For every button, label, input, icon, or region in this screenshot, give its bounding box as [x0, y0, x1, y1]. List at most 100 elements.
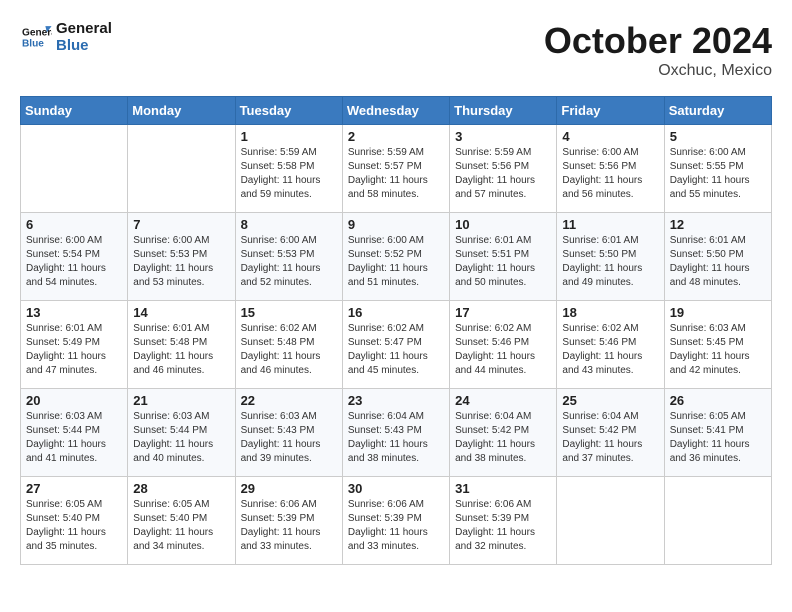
weekday-header: Tuesday	[235, 97, 342, 125]
cell-info: Sunrise: 6:01 AM Sunset: 5:51 PM Dayligh…	[455, 234, 551, 290]
calendar-cell: 2 Sunrise: 5:59 AM Sunset: 5:57 PM Daylig…	[342, 125, 449, 213]
calendar-cell: 13 Sunrise: 6:01 AM Sunset: 5:49 PM Dayli…	[21, 301, 128, 389]
day-number: 21	[133, 393, 229, 408]
day-number: 1	[241, 129, 337, 144]
cell-info: Sunrise: 6:06 AM Sunset: 5:39 PM Dayligh…	[348, 498, 444, 554]
calendar-week-row: 27 Sunrise: 6:05 AM Sunset: 5:40 PM Dayli…	[21, 477, 772, 565]
calendar-cell	[21, 125, 128, 213]
weekday-header: Sunday	[21, 97, 128, 125]
title-block: October 2024 Oxchuc, Mexico	[544, 20, 772, 80]
calendar-cell: 27Sunrise: 6:05 AM Sunset: 5:40 PM Dayli…	[21, 477, 128, 565]
day-number: 11	[562, 217, 658, 232]
calendar-cell: 20Sunrise: 6:03 AM Sunset: 5:44 PM Dayli…	[21, 389, 128, 477]
cell-info: Sunrise: 5:59 AM Sunset: 5:58 PM Dayligh…	[241, 146, 337, 202]
day-number: 27	[26, 481, 122, 496]
weekday-header: Friday	[557, 97, 664, 125]
month-title: October 2024	[544, 20, 772, 62]
day-number: 10	[455, 217, 551, 232]
calendar-cell: 29 Sunrise: 6:06 AM Sunset: 5:39 PM Dayli…	[235, 477, 342, 565]
calendar-cell: 7 Sunrise: 6:00 AM Sunset: 5:53 PM Daylig…	[128, 213, 235, 301]
cell-info: Sunrise: 6:04 AM Sunset: 5:43 PM Dayligh…	[348, 410, 444, 466]
cell-info: Sunrise: 6:00 AM Sunset: 5:52 PM Dayligh…	[348, 234, 444, 290]
calendar-cell: 12Sunrise: 6:01 AM Sunset: 5:50 PM Dayli…	[664, 213, 771, 301]
cell-info: Sunrise: 6:01 AM Sunset: 5:48 PM Dayligh…	[133, 322, 229, 378]
calendar-cell: 9 Sunrise: 6:00 AM Sunset: 5:52 PM Daylig…	[342, 213, 449, 301]
day-number: 7	[133, 217, 229, 232]
weekday-header: Saturday	[664, 97, 771, 125]
page-header: General Blue General Blue October 2024 O…	[20, 20, 772, 80]
day-number: 9	[348, 217, 444, 232]
calendar-cell: 21Sunrise: 6:03 AM Sunset: 5:44 PM Dayli…	[128, 389, 235, 477]
day-number: 2	[348, 129, 444, 144]
calendar-cell: 28 Sunrise: 6:05 AM Sunset: 5:40 PM Dayli…	[128, 477, 235, 565]
calendar-cell: 1 Sunrise: 5:59 AM Sunset: 5:58 PM Daylig…	[235, 125, 342, 213]
cell-info: Sunrise: 6:02 AM Sunset: 5:46 PM Dayligh…	[455, 322, 551, 378]
svg-text:Blue: Blue	[22, 38, 44, 49]
calendar-cell: 8Sunrise: 6:00 AM Sunset: 5:53 PM Daylig…	[235, 213, 342, 301]
calendar-cell: 18 Sunrise: 6:02 AM Sunset: 5:46 PM Dayli…	[557, 301, 664, 389]
cell-info: Sunrise: 6:00 AM Sunset: 5:53 PM Dayligh…	[241, 234, 337, 290]
cell-info: Sunrise: 6:02 AM Sunset: 5:46 PM Dayligh…	[562, 322, 658, 378]
cell-info: Sunrise: 5:59 AM Sunset: 5:57 PM Dayligh…	[348, 146, 444, 202]
calendar-cell: 15 Sunrise: 6:02 AM Sunset: 5:48 PM Dayli…	[235, 301, 342, 389]
cell-info: Sunrise: 6:06 AM Sunset: 5:39 PM Dayligh…	[455, 498, 551, 554]
day-number: 30	[348, 481, 444, 496]
weekday-header: Monday	[128, 97, 235, 125]
calendar-cell: 17 Sunrise: 6:02 AM Sunset: 5:46 PM Dayli…	[450, 301, 557, 389]
calendar-week-row: 1 Sunrise: 5:59 AM Sunset: 5:58 PM Daylig…	[21, 125, 772, 213]
weekday-header: Thursday	[450, 97, 557, 125]
calendar-cell: 22Sunrise: 6:03 AM Sunset: 5:43 PM Dayli…	[235, 389, 342, 477]
weekday-header: Wednesday	[342, 97, 449, 125]
cell-info: Sunrise: 6:05 AM Sunset: 5:40 PM Dayligh…	[133, 498, 229, 554]
cell-info: Sunrise: 6:01 AM Sunset: 5:49 PM Dayligh…	[26, 322, 122, 378]
calendar-cell: 19Sunrise: 6:03 AM Sunset: 5:45 PM Dayli…	[664, 301, 771, 389]
calendar-cell: 30 Sunrise: 6:06 AM Sunset: 5:39 PM Dayli…	[342, 477, 449, 565]
location: Oxchuc, Mexico	[544, 62, 772, 80]
day-number: 14	[133, 305, 229, 320]
logo-icon: General Blue	[20, 23, 52, 51]
day-number: 29	[241, 481, 337, 496]
day-number: 5	[670, 129, 766, 144]
calendar-cell: 31 Sunrise: 6:06 AM Sunset: 5:39 PM Dayli…	[450, 477, 557, 565]
cell-info: Sunrise: 6:04 AM Sunset: 5:42 PM Dayligh…	[455, 410, 551, 466]
calendar-cell: 26 Sunrise: 6:05 AM Sunset: 5:41 PM Dayli…	[664, 389, 771, 477]
cell-info: Sunrise: 6:00 AM Sunset: 5:53 PM Dayligh…	[133, 234, 229, 290]
header-row: SundayMondayTuesdayWednesdayThursdayFrid…	[21, 97, 772, 125]
calendar-cell	[664, 477, 771, 565]
calendar-week-row: 13 Sunrise: 6:01 AM Sunset: 5:49 PM Dayli…	[21, 301, 772, 389]
calendar-cell: 10 Sunrise: 6:01 AM Sunset: 5:51 PM Dayli…	[450, 213, 557, 301]
calendar-cell: 23Sunrise: 6:04 AM Sunset: 5:43 PM Dayli…	[342, 389, 449, 477]
cell-info: Sunrise: 6:06 AM Sunset: 5:39 PM Dayligh…	[241, 498, 337, 554]
calendar-cell: 24Sunrise: 6:04 AM Sunset: 5:42 PM Dayli…	[450, 389, 557, 477]
day-number: 25	[562, 393, 658, 408]
day-number: 16	[348, 305, 444, 320]
day-number: 15	[241, 305, 337, 320]
cell-info: Sunrise: 6:00 AM Sunset: 5:56 PM Dayligh…	[562, 146, 658, 202]
cell-info: Sunrise: 6:00 AM Sunset: 5:54 PM Dayligh…	[26, 234, 122, 290]
day-number: 3	[455, 129, 551, 144]
calendar-cell: 25 Sunrise: 6:04 AM Sunset: 5:42 PM Dayli…	[557, 389, 664, 477]
day-number: 13	[26, 305, 122, 320]
day-number: 19	[670, 305, 766, 320]
day-number: 26	[670, 393, 766, 408]
day-number: 4	[562, 129, 658, 144]
cell-info: Sunrise: 6:01 AM Sunset: 5:50 PM Dayligh…	[562, 234, 658, 290]
calendar-cell: 11 Sunrise: 6:01 AM Sunset: 5:50 PM Dayli…	[557, 213, 664, 301]
day-number: 28	[133, 481, 229, 496]
cell-info: Sunrise: 6:05 AM Sunset: 5:41 PM Dayligh…	[670, 410, 766, 466]
calendar-cell: 16Sunrise: 6:02 AM Sunset: 5:47 PM Dayli…	[342, 301, 449, 389]
cell-info: Sunrise: 6:00 AM Sunset: 5:55 PM Dayligh…	[670, 146, 766, 202]
day-number: 18	[562, 305, 658, 320]
cell-info: Sunrise: 6:04 AM Sunset: 5:42 PM Dayligh…	[562, 410, 658, 466]
cell-info: Sunrise: 6:02 AM Sunset: 5:48 PM Dayligh…	[241, 322, 337, 378]
logo-blue: Blue	[56, 37, 112, 54]
calendar-week-row: 6Sunrise: 6:00 AM Sunset: 5:54 PM Daylig…	[21, 213, 772, 301]
day-number: 17	[455, 305, 551, 320]
calendar-cell	[128, 125, 235, 213]
cell-info: Sunrise: 5:59 AM Sunset: 5:56 PM Dayligh…	[455, 146, 551, 202]
cell-info: Sunrise: 6:03 AM Sunset: 5:44 PM Dayligh…	[26, 410, 122, 466]
cell-info: Sunrise: 6:03 AM Sunset: 5:43 PM Dayligh…	[241, 410, 337, 466]
day-number: 31	[455, 481, 551, 496]
calendar-cell: 6Sunrise: 6:00 AM Sunset: 5:54 PM Daylig…	[21, 213, 128, 301]
calendar-table: SundayMondayTuesdayWednesdayThursdayFrid…	[20, 96, 772, 565]
